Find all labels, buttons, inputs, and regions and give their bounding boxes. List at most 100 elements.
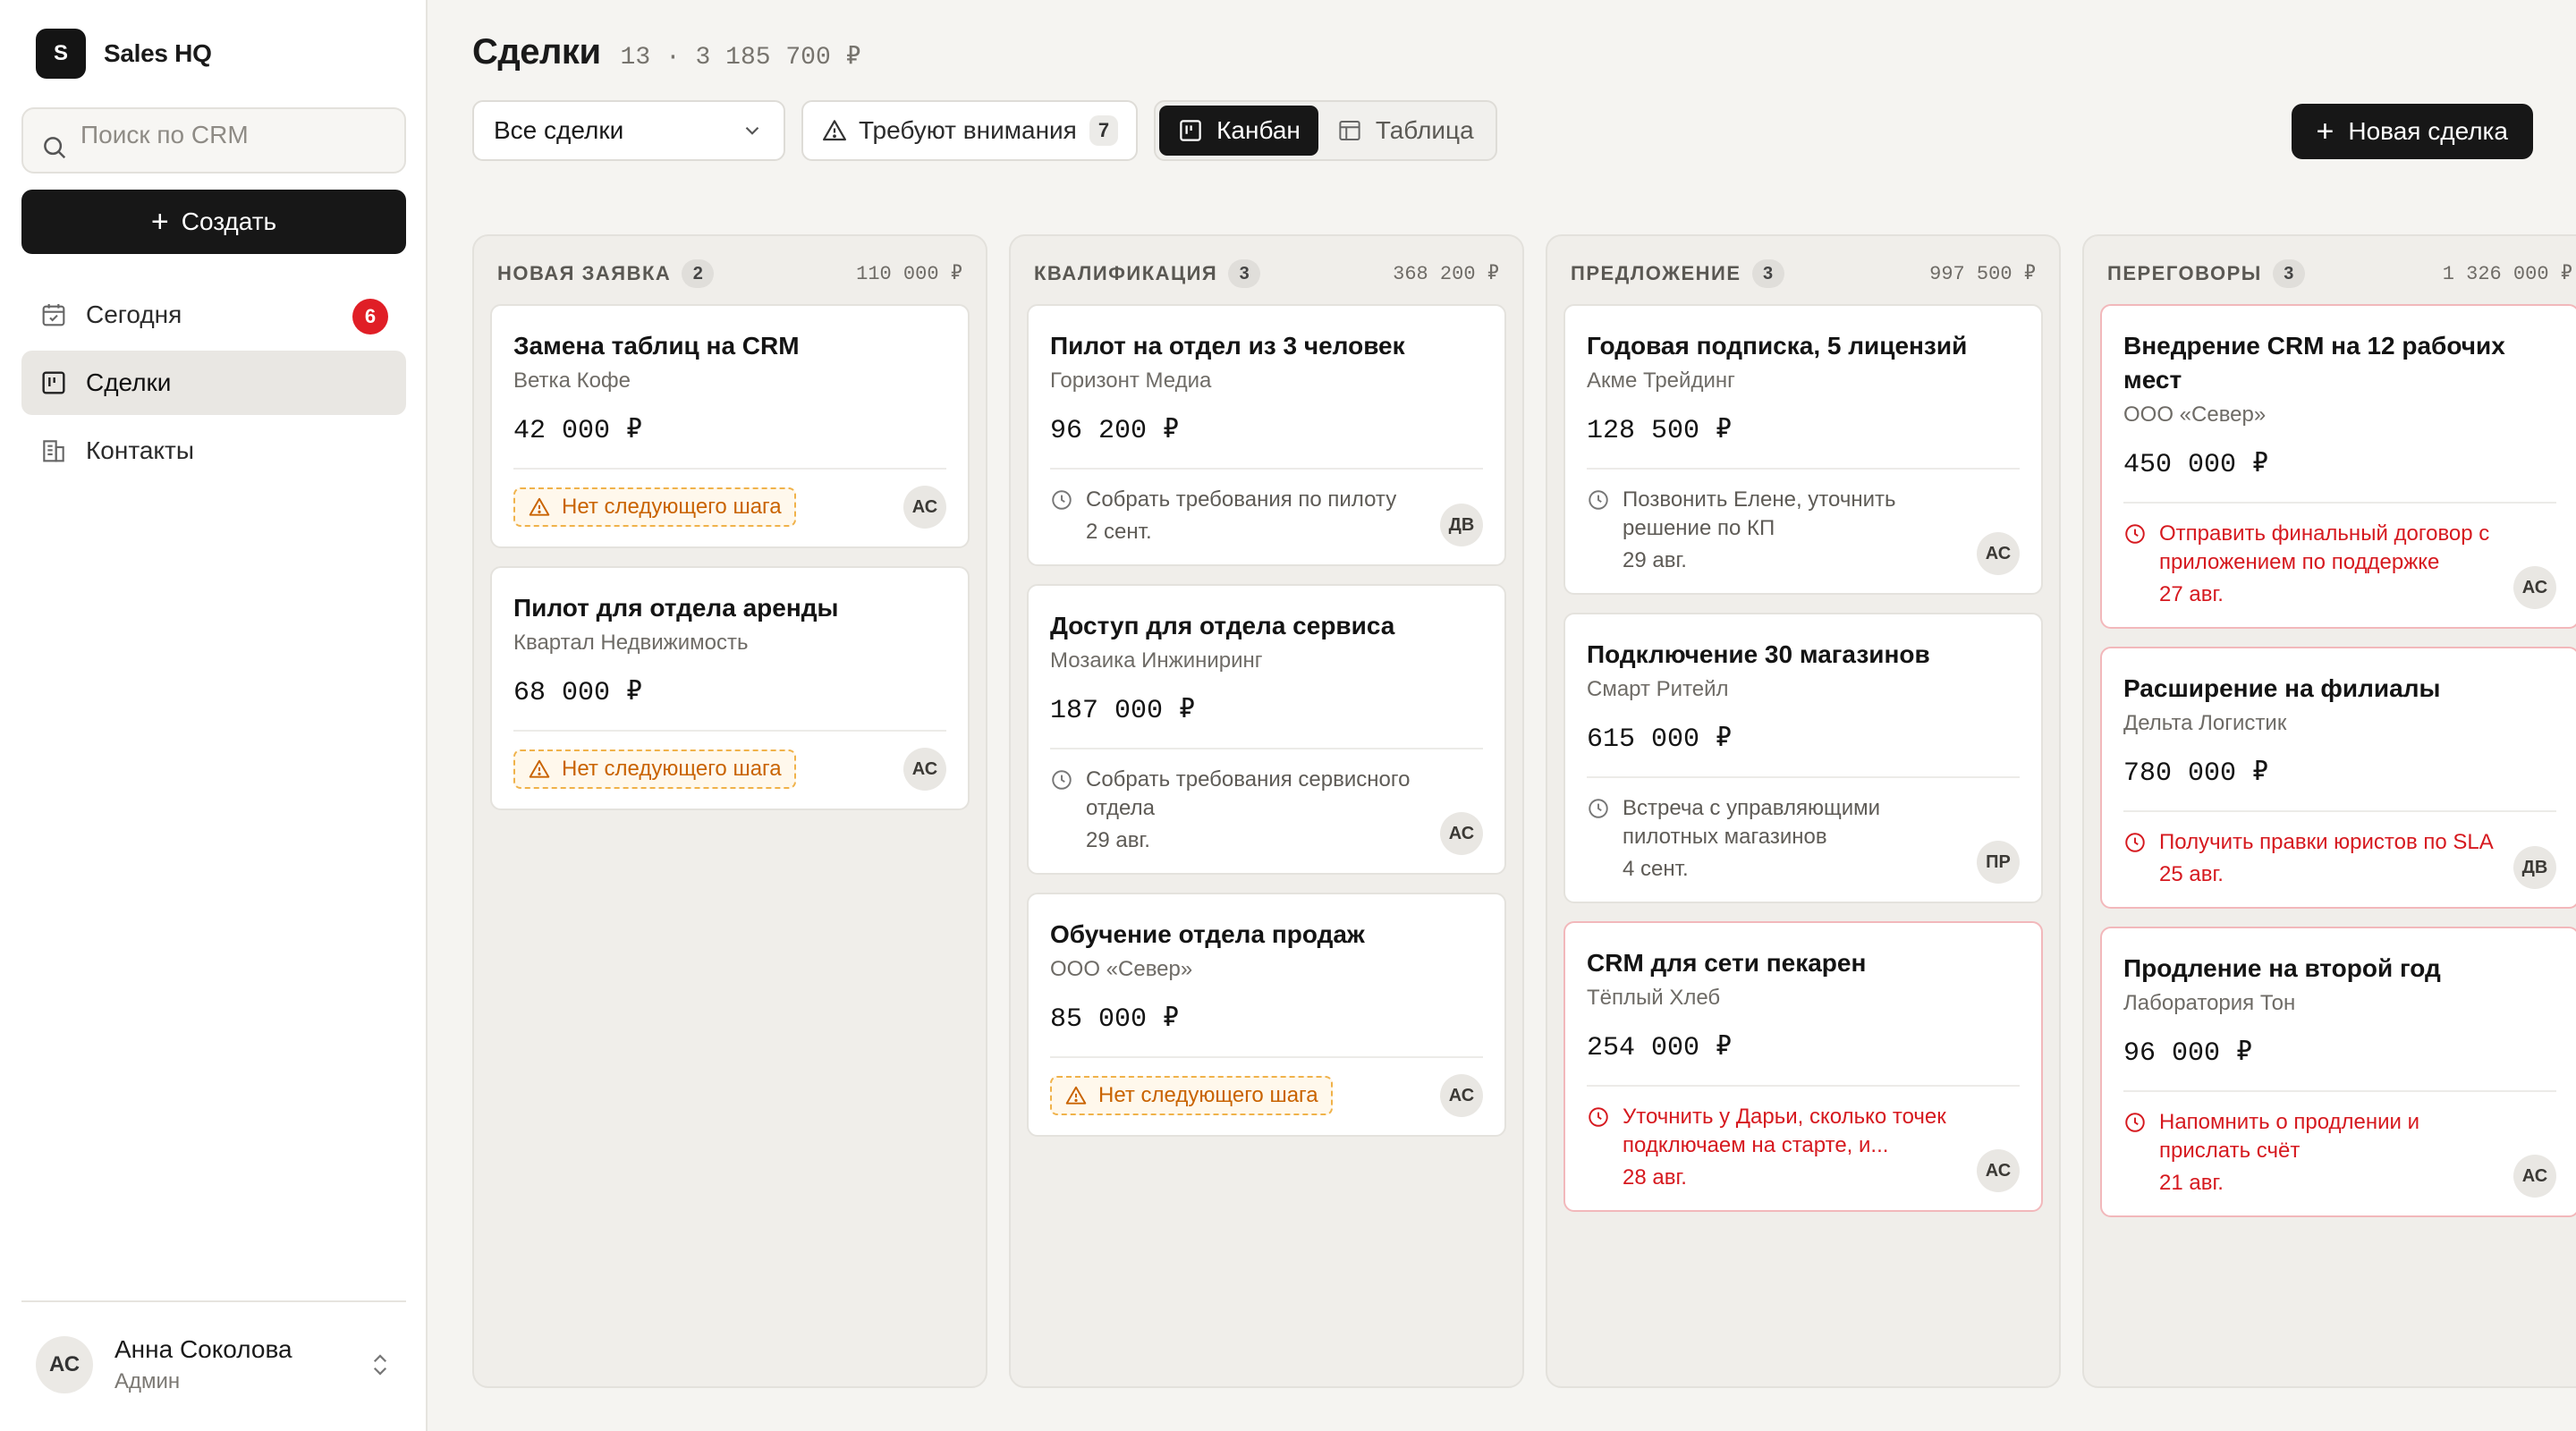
- kanban-column: Предложение 3 997 500 ₽ Годовая подписка…: [1546, 234, 2061, 1388]
- sidebar-item-today[interactable]: Сегодня 6: [21, 283, 406, 347]
- column-title: Квалификация: [1034, 262, 1218, 284]
- task-date: 29 авг.: [1086, 828, 1150, 852]
- task-date: 2 сент.: [1086, 520, 1152, 544]
- deal-title: Доступ для отдела сервиса: [1050, 612, 1395, 639]
- avatar: АС: [903, 486, 946, 529]
- column-title: Предложение: [1571, 262, 1741, 284]
- deal-card[interactable]: Пилот для отдела аренды Квартал Недвижим…: [490, 566, 970, 810]
- sidebar-item-label: Сегодня: [86, 301, 182, 328]
- new-deal-label: Новая сделка: [2348, 117, 2508, 145]
- deal-company: ООО «Север»: [1050, 957, 1193, 981]
- deal-card[interactable]: Доступ для отдела сервиса Мозаика Инжини…: [1027, 584, 1506, 875]
- view-table-label: Таблица: [1375, 116, 1474, 144]
- avatar: АС: [903, 748, 946, 791]
- sidebar-item-label: Сделки: [86, 368, 172, 396]
- user-name: Анна Соколова: [114, 1335, 292, 1363]
- chevron-up-down-icon: [373, 1354, 387, 1376]
- warning-icon: [1065, 1086, 1087, 1105]
- card-footer: Собрать требования по пилоту 2 сент. ДВ: [1050, 486, 1483, 546]
- page-header: Сделки 13 · 3 185 700 ₽: [472, 32, 860, 72]
- kanban-icon: [42, 371, 65, 394]
- calendar-icon: [42, 304, 65, 326]
- task-date: 21 авг.: [2159, 1171, 2224, 1195]
- deal-amount: 450 000 ₽: [2123, 450, 2269, 480]
- column-header: Предложение 3 997 500 ₽: [1563, 256, 2043, 292]
- deal-card[interactable]: Подключение 30 магазинов Смарт Ритейл 61…: [1563, 613, 2043, 903]
- next-task: Позвонить Елене, уточнить решение по КП 2…: [1587, 486, 1962, 575]
- deal-card[interactable]: Годовая подписка, 5 лицензий Акме Трейди…: [1563, 304, 2043, 595]
- create-button[interactable]: + Создать: [21, 190, 406, 254]
- warning-text: Нет следующего шага: [562, 757, 782, 781]
- deal-title: Продление на второй год: [2123, 954, 2441, 982]
- sidebar-item-contacts[interactable]: Контакты: [21, 419, 406, 483]
- deal-title: Обучение отдела продаж: [1050, 920, 1365, 948]
- deal-title: Годовая подписка, 5 лицензий: [1587, 332, 1968, 360]
- search-input[interactable]: [80, 121, 385, 149]
- kanban-column: Переговоры 3 1 326 000 ₽ Внедрение CRM н…: [2082, 234, 2576, 1388]
- sidebar-item-deals[interactable]: Сделки: [21, 351, 406, 415]
- plus-icon: +: [2316, 114, 2334, 148]
- card-footer: Собрать требования сервисного отдела 29 а…: [1050, 766, 1483, 855]
- card-footer: Напомнить о продлении и прислать счёт 21 …: [2123, 1108, 2556, 1198]
- select-value: Все сделки: [494, 116, 624, 144]
- deal-amount: 96 000 ₽: [2123, 1038, 2253, 1069]
- deal-card[interactable]: Внедрение CRM на 12 рабочих мест ООО «Се…: [2100, 304, 2576, 629]
- deal-title: CRM для сети пекарен: [1587, 949, 1867, 977]
- task-text: Встреча с управляющими пилотных магазино…: [1623, 796, 1881, 849]
- brand[interactable]: S Sales HQ: [36, 29, 212, 79]
- avatar: ДВ: [2513, 846, 2556, 889]
- user-menu[interactable]: АС Анна Соколова Админ: [36, 1333, 394, 1397]
- new-deal-button[interactable]: + Новая сделка: [2291, 104, 2533, 159]
- clock-icon: [1589, 799, 1608, 818]
- attention-filter-button[interactable]: Требуют внимания 7: [801, 100, 1139, 161]
- task-text: Позвонить Елене, уточнить решение по КП: [1623, 487, 1896, 540]
- divider: [2123, 1090, 2556, 1092]
- deal-card[interactable]: Расширение на филиалы Дельта Логистик 78…: [2100, 647, 2576, 909]
- clock-icon: [1589, 490, 1608, 510]
- view-kanban-button[interactable]: Канбан: [1159, 106, 1318, 156]
- deal-company: Дельта Логистик: [2123, 711, 2287, 735]
- avatar: АС: [1977, 532, 2020, 575]
- avatar: АС: [2513, 1155, 2556, 1198]
- next-task: Уточнить у Дарьи, сколько точек подключа…: [1587, 1103, 1962, 1192]
- task-date: 25 авг.: [2159, 862, 2224, 886]
- plus-icon: +: [150, 205, 169, 239]
- warning-text: Нет следующего шага: [562, 495, 782, 519]
- task-text: Собрать требования по пилоту: [1086, 487, 1397, 512]
- task-text: Напомнить о продлении и прислать счёт: [2159, 1110, 2420, 1163]
- deal-title: Расширение на филиалы: [2123, 674, 2441, 702]
- page-title: Сделки: [472, 32, 601, 72]
- search-box[interactable]: [21, 107, 406, 174]
- task-text: Уточнить у Дарьи, сколько точек подключа…: [1623, 1105, 1946, 1157]
- deal-card[interactable]: Пилот на отдел из 3 человек Горизонт Мед…: [1027, 304, 1506, 566]
- deals-filter-select[interactable]: Все сделки: [472, 100, 785, 161]
- task-date: 27 авг.: [2159, 582, 2224, 606]
- deal-company: Смарт Ритейл: [1587, 677, 1729, 701]
- divider: [513, 730, 946, 732]
- task-date: 28 авг.: [1623, 1165, 1687, 1190]
- avatar: АС: [36, 1336, 93, 1393]
- deal-title: Замена таблиц на CRM: [513, 332, 800, 360]
- no-next-step-badge: Нет следующего шага: [513, 487, 796, 527]
- deal-card[interactable]: Продление на второй год Лаборатория Тон …: [2100, 927, 2576, 1217]
- deal-amount: 254 000 ₽: [1587, 1033, 1733, 1063]
- view-table-button[interactable]: Таблица: [1318, 106, 1492, 156]
- column-title: Переговоры: [2107, 262, 2262, 284]
- main-content: Сделки 13 · 3 185 700 ₽ Все сделки Требу…: [428, 0, 2576, 1431]
- next-task: Отправить финальный договор с приложение…: [2123, 520, 2499, 609]
- deal-card[interactable]: Обучение отдела продаж ООО «Север» 85 00…: [1027, 893, 1506, 1137]
- clock-icon: [1052, 490, 1072, 510]
- kanban-icon: [1180, 120, 1201, 141]
- no-next-step-badge: Нет следующего шага: [1050, 1076, 1333, 1115]
- deal-card[interactable]: CRM для сети пекарен Тёплый Хлеб 254 000…: [1563, 921, 2043, 1212]
- divider: [1050, 1056, 1483, 1058]
- column-title: Новая заявка: [497, 262, 672, 284]
- deal-card[interactable]: Замена таблиц на CRM Ветка Кофе 42 000 ₽…: [490, 304, 970, 548]
- create-button-label: Создать: [181, 207, 277, 235]
- warning-text: Нет следующего шага: [1098, 1083, 1318, 1107]
- search-icon: [44, 137, 66, 159]
- divider: [1587, 468, 2020, 470]
- task-date: 29 авг.: [1623, 548, 1687, 572]
- warning-icon: [529, 759, 550, 778]
- divider: [513, 468, 946, 470]
